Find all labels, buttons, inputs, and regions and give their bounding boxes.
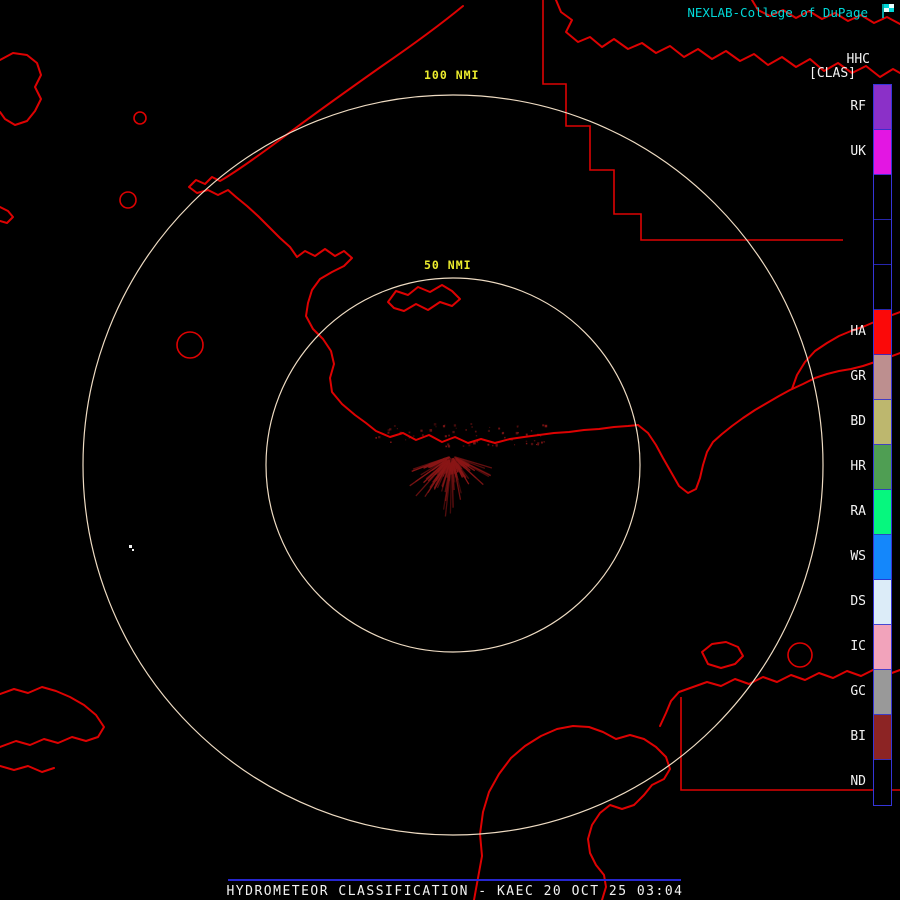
legend-swatch-GC [874,670,891,715]
coastline [473,725,671,900]
legend-swatch-BD [874,400,891,445]
range-ring-label-50: 50 NMI [424,258,472,272]
legend-swatch-blank-2 [874,175,891,220]
flag-icon [880,3,896,23]
legend-label-ND: ND [850,773,866,789]
map-circle-feature [176,331,204,359]
legend-swatch-UK [874,130,891,175]
legend-label-RF: RF [850,98,866,114]
boundary-layer [119,0,900,791]
legend-label-HA: HA [850,323,866,339]
legend-swatch-IC [874,625,891,670]
coastline-layer [0,0,900,900]
footer-divider-line [228,879,681,881]
legend-swatch-HA [874,310,891,355]
legend-swatch-HR [874,445,891,490]
map-canvas [0,0,900,900]
legend-label-HR: HR [850,458,866,474]
map-circle-feature [119,191,137,209]
legend-swatch-blank-4 [874,265,891,310]
legend-swatch-blank-3 [874,220,891,265]
coastline [0,765,55,773]
legend-swatch-WS [874,535,891,580]
island [701,641,744,669]
legend-swatch-RF [874,85,891,130]
legend-label-GC: GC [850,683,866,699]
boundary-line [680,697,900,791]
legend-label-BI: BI [850,728,866,744]
legend-swatch-GR [874,355,891,400]
legend-label-DS: DS [850,593,866,609]
legend-label-GR: GR [850,368,866,384]
legend-swatch-RA [874,490,891,535]
map-circle-feature [133,111,147,125]
island [0,52,42,126]
coastline [188,5,639,444]
legend-colorbar [873,84,892,806]
radar-display: 100 NMI 50 NMI NEXLAB-College of DuPage … [0,0,900,900]
island [0,206,14,224]
island [387,284,461,312]
legend-swatch-BI [874,715,891,760]
legend-label-IC: IC [850,638,866,654]
legend-label-BD: BD [850,413,866,429]
map-circle-feature [787,642,813,668]
legend-label-UK: UK [850,143,866,159]
coastline [0,686,105,748]
map-speck [129,545,134,551]
legend-swatch-DS [874,580,891,625]
brand-text: NEXLAB-College of DuPage [687,5,868,20]
legend-label-WS: WS [850,548,866,564]
legend-swatch-ND [874,760,891,805]
product-tag: [CLAS] [809,66,856,81]
product-title: HYDROMETEOR CLASSIFICATION - KAEC 20 OCT… [226,884,684,899]
legend-label-RA: RA [850,503,866,519]
range-ring-label-100: 100 NMI [424,68,480,82]
product-code: HHC [846,52,870,67]
